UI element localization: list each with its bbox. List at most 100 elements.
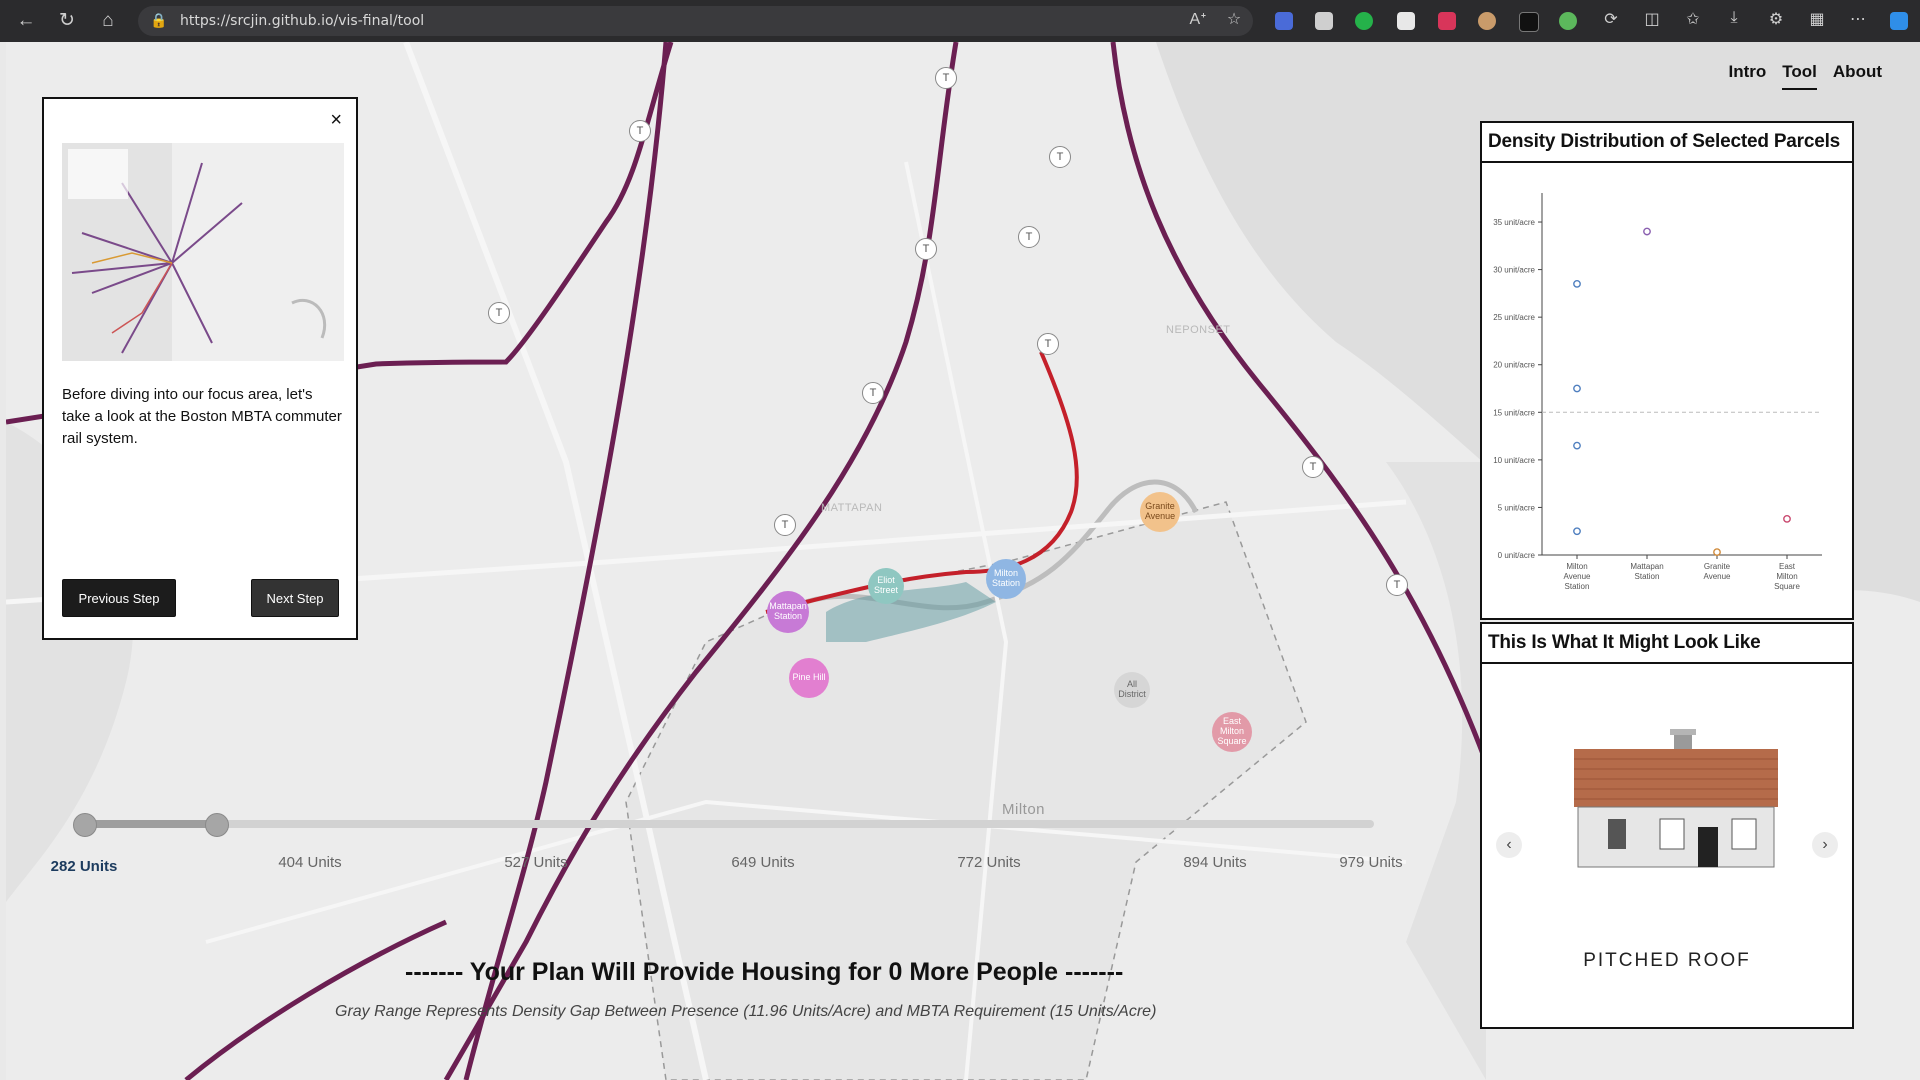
- nav-about[interactable]: About: [1833, 62, 1882, 90]
- y-tick-label: 30 unit/acre: [1493, 266, 1535, 275]
- scatter-point: [1713, 548, 1721, 557]
- extension-icon[interactable]: [1397, 12, 1415, 30]
- close-button[interactable]: ×: [330, 109, 342, 132]
- x-tick-label: Station: [1565, 582, 1590, 591]
- slider-tick-label: 894 Units: [1183, 854, 1247, 871]
- extension-icon[interactable]: [1519, 12, 1539, 32]
- density-distribution-panel: Density Distribution of Selected Parcels…: [1480, 121, 1854, 620]
- cluster-pine-hill[interactable]: Pine Hill: [789, 658, 829, 698]
- favorite-icon[interactable]: ☆: [1222, 9, 1246, 29]
- back-icon[interactable]: ←: [14, 9, 38, 33]
- more-icon[interactable]: ⋯: [1846, 9, 1870, 29]
- x-tick-label: Station: [1635, 572, 1660, 581]
- cluster-granite-avenue[interactable]: Granite Avenue: [1140, 492, 1180, 532]
- y-tick-label: 10 unit/acre: [1493, 456, 1535, 465]
- split-screen-icon[interactable]: ◫: [1640, 9, 1664, 29]
- favorites-icon[interactable]: ✩: [1681, 9, 1705, 29]
- step-description: Before diving into our focus area, let's…: [62, 386, 342, 447]
- slider-low-handle[interactable]: [73, 813, 97, 837]
- extensions-icon[interactable]: ⚙: [1764, 9, 1788, 29]
- place-label: NEPONSET: [1166, 324, 1231, 336]
- y-tick-label: 20 unit/acre: [1493, 361, 1535, 370]
- copilot-icon[interactable]: [1890, 12, 1908, 30]
- plan-headline: ------- Your Plan Will Provide Housing f…: [405, 958, 1124, 986]
- y-tick-label: 35 unit/acre: [1493, 218, 1535, 227]
- slider-current-value: 282 Units: [50, 858, 118, 875]
- x-tick-label: Mattapan: [1630, 562, 1663, 571]
- refresh-extension-icon[interactable]: ⟳: [1599, 9, 1623, 29]
- cluster-mattapan-station[interactable]: Mattapan Station: [767, 591, 809, 633]
- x-tick-label: Granite: [1704, 562, 1731, 571]
- house-type-caption: PITCHED ROOF: [1583, 950, 1751, 971]
- nav-tool[interactable]: Tool: [1782, 62, 1817, 90]
- lock-icon: 🔒: [150, 12, 168, 28]
- panel-title: Density Distribution of Selected Parcels: [1482, 123, 1852, 163]
- extension-icon[interactable]: [1438, 12, 1456, 30]
- extension-icon[interactable]: [1355, 12, 1373, 30]
- station-marker[interactable]: T: [1018, 226, 1040, 248]
- slider-tick-label: 649 Units: [731, 854, 795, 871]
- collections-icon[interactable]: ▦: [1805, 9, 1829, 29]
- station-marker[interactable]: T: [862, 382, 884, 404]
- carousel-next-button[interactable]: ›: [1812, 832, 1838, 858]
- slider-track[interactable]: [84, 820, 1374, 828]
- step-panel: × Before diving into our focus area, let…: [42, 97, 358, 640]
- read-aloud-icon[interactable]: Aᐩ: [1186, 9, 1210, 29]
- pitched-roof-house-illustration: [1574, 729, 1778, 868]
- x-tick-label: Avenue: [1564, 572, 1592, 581]
- place-label: MATTAPAN: [821, 502, 883, 514]
- y-tick-label: 25 unit/acre: [1493, 313, 1535, 322]
- cluster-east-milton-square[interactable]: East Milton Square: [1212, 712, 1252, 752]
- station-marker[interactable]: T: [774, 514, 796, 536]
- lookalike-panel: This Is What It Might Look Like ‹ › PITC…: [1480, 622, 1854, 1029]
- x-tick-label: Square: [1774, 582, 1800, 591]
- slider-tick-label: 772 Units: [957, 854, 1021, 871]
- station-marker[interactable]: T: [629, 120, 651, 142]
- panel-title: This Is What It Might Look Like: [1482, 624, 1852, 664]
- slider-tick-label: 979 Units: [1339, 854, 1403, 871]
- x-tick-label: East: [1779, 562, 1796, 571]
- station-marker[interactable]: T: [1037, 333, 1059, 355]
- station-marker[interactable]: T: [915, 238, 937, 260]
- x-tick-label: Milton: [1566, 562, 1587, 571]
- station-marker[interactable]: T: [488, 302, 510, 324]
- url-text: https://srcjin.github.io/vis-final/tool: [180, 13, 425, 29]
- units-range-slider[interactable]: 282 Units 404 Units 527 Units 649 Units …: [51, 812, 1403, 912]
- extension-icon[interactable]: [1559, 12, 1577, 30]
- next-step-button[interactable]: Next Step: [251, 579, 339, 617]
- slider-selected-range: [84, 820, 216, 828]
- slider-high-handle[interactable]: [205, 813, 229, 837]
- reload-icon[interactable]: ↻: [55, 9, 79, 33]
- station-marker[interactable]: T: [935, 67, 957, 89]
- station-marker[interactable]: T: [1386, 574, 1408, 596]
- download-icon[interactable]: ⤓: [1722, 9, 1746, 27]
- station-marker[interactable]: T: [1302, 456, 1324, 478]
- slider-tick-label: 527 Units: [504, 854, 568, 871]
- density-scatter-chart: 0 unit/acre 5 unit/acre 10 unit/acre 15 uni…: [1493, 193, 1822, 591]
- scatter-point: [1643, 227, 1651, 236]
- cluster-all-district[interactable]: All District: [1114, 672, 1150, 708]
- nav-intro[interactable]: Intro: [1729, 62, 1767, 90]
- extension-icon[interactable]: [1275, 12, 1293, 30]
- address-bar[interactable]: 🔒 https://srcjin.github.io/vis-final/too…: [138, 6, 1253, 36]
- density-gap-note: Gray Range Represents Density Gap Betwee…: [335, 1003, 1157, 1020]
- extension-icon[interactable]: [1478, 12, 1496, 30]
- scatter-point: [1573, 384, 1581, 393]
- y-tick-label: 15 unit/acre: [1493, 408, 1535, 417]
- cluster-eliot-street[interactable]: Eliot Street: [868, 568, 904, 604]
- previous-step-button[interactable]: Previous Step: [62, 579, 176, 617]
- scatter-point: [1573, 441, 1581, 450]
- carousel-prev-button[interactable]: ‹: [1496, 832, 1522, 858]
- y-tick-label: 0 unit/acre: [1498, 551, 1536, 560]
- slider-tick-label: 404 Units: [278, 854, 342, 871]
- scatter-point: [1573, 279, 1581, 288]
- browser-toolbar: ← ↻ ⌂ 🔒 https://srcjin.github.io/vis-fin…: [0, 0, 1920, 42]
- x-tick-label: Avenue: [1704, 572, 1732, 581]
- top-nav: Intro Tool About: [1729, 62, 1882, 90]
- cluster-milton-station[interactable]: Milton Station: [986, 559, 1026, 599]
- extension-icon[interactable]: [1315, 12, 1333, 30]
- y-tick-label: 5 unit/acre: [1498, 503, 1536, 512]
- mbta-rail-map-image: [62, 143, 344, 361]
- home-icon[interactable]: ⌂: [96, 9, 120, 33]
- station-marker[interactable]: T: [1049, 146, 1071, 168]
